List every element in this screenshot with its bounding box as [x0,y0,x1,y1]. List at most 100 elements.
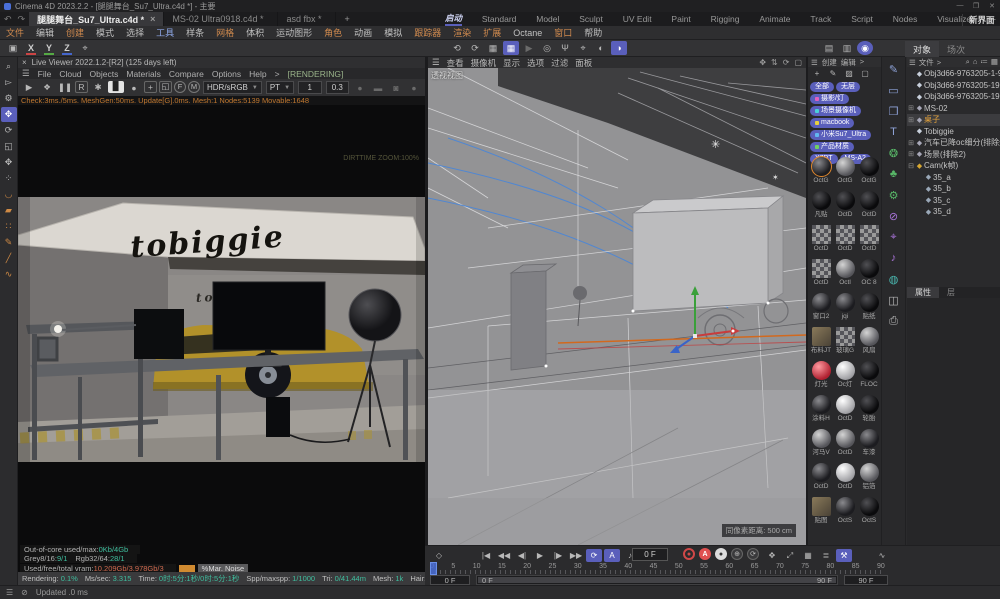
live-viewer-close-icon[interactable]: × [22,58,27,67]
create-object-icon[interactable]: ⌖ [884,227,904,247]
undo-icon[interactable]: ↶ [4,14,12,25]
timeline-ruler[interactable]: 051015202530354045505560657075808590 [430,563,885,575]
live-viewer-menu-item[interactable]: Cloud [59,69,81,79]
menu-item[interactable]: 选择 [120,26,150,39]
tool-icon[interactable]: ╱ [1,251,17,266]
toolbar-icon[interactable]: ⌖ [575,41,591,55]
octane-tool-icon[interactable]: R [75,81,88,93]
layout-tab[interactable]: 启动 [445,12,462,26]
create-object-icon[interactable]: ⚙ [884,185,904,205]
octane-tool-icon[interactable]: ▶ [21,81,37,95]
material-swatch[interactable]: OctD [833,394,857,428]
tool-icon[interactable]: ◱ [1,139,17,154]
material-swatch[interactable]: OC 8 [857,258,881,292]
record-button[interactable]: ● [683,548,695,560]
octane-tool-icon[interactable]: ❚❚ [57,81,73,95]
tool-icon[interactable]: ⟳ [1,123,17,138]
viewport-menu-item[interactable]: 查看 [447,57,464,69]
octane-extra-icon[interactable]: ◙ [388,81,404,95]
layout-tab[interactable]: Animate [759,14,790,24]
toolbar-icon[interactable]: ▶ [521,41,537,55]
current-frame-field[interactable]: 0 F [632,548,668,561]
menu-item[interactable]: Octane [507,28,548,38]
toolbar-icon[interactable]: ⟳ [467,41,483,55]
layer-tool-icon[interactable]: ✎ [827,68,839,79]
layer-tool-icon[interactable]: + [811,68,823,79]
octane-tool-icon[interactable]: ❖ [39,81,55,95]
layer-tool-icon[interactable]: ▨ [843,68,855,79]
transport-button[interactable]: |◀ [478,549,494,562]
material-swatch[interactable]: OctG [833,156,857,190]
object-tree-row[interactable]: ◆ 35_b [907,183,1000,195]
record-button[interactable]: ⊕ [731,548,743,560]
object-tree-row[interactable]: ⊞ ◆ 汽车已降oc细分(排除外) [907,137,1000,149]
material-swatch[interactable]: Oc灯 [833,360,857,394]
material-swatch[interactable]: 贴图 [809,496,833,530]
object-tree-row[interactable]: ⊞ ◆ MS-02 [907,103,1000,115]
layer-pill[interactable]: 全部 [810,82,834,92]
manager-tab[interactable]: 场次 [939,41,973,57]
hamburger-icon[interactable]: ☰ [909,58,916,67]
layer-tool-icon[interactable]: ▢ [859,68,871,79]
menu-item[interactable]: 运动图形 [270,26,318,39]
material-swatch[interactable]: FLOC [857,360,881,394]
menu-item[interactable]: 网格 [210,26,240,39]
layer-pill[interactable]: 场景摄像机 [810,106,861,116]
tool-icon[interactable]: ✎ [1,235,17,250]
viewport-menu-item[interactable]: 过滤 [551,57,568,69]
document-tab[interactable]: MS-02 Ultra0918.c4d * [164,12,278,26]
create-object-icon[interactable]: ⎙ [884,311,904,331]
fcurve-icon[interactable]: ∿ [874,549,890,562]
material-swatch[interactable]: OctD [809,258,833,292]
material-swatch[interactable]: 贴纸 [857,292,881,326]
attribute-tab[interactable]: 属性 [907,287,939,298]
toolbar-icon[interactable]: ◑ [611,41,627,55]
manager-tab[interactable]: 对象 [905,41,939,57]
object-tree-row[interactable]: ◆ Obj3d66-9763205-195-908 [907,80,1000,92]
menu-item[interactable]: 窗口 [548,26,578,39]
material-swatch[interactable]: 风扇 [857,326,881,360]
new-ui-button[interactable]: 新界面 [962,14,995,26]
timeline-toggle[interactable]: ⟳ [586,549,602,562]
octane-extra-icon[interactable]: ● [352,81,368,95]
material-swatch[interactable]: OctD [857,224,881,258]
material-swatch[interactable]: 凡贴 [809,190,833,224]
document-tab[interactable]: asd fbx * [278,12,336,26]
menu-item[interactable]: 角色 [318,26,348,39]
keyframe-filter-icon[interactable]: ≣ [818,549,834,562]
toolbar-icon[interactable]: Y [41,41,57,55]
material-swatch[interactable]: OctD [857,190,881,224]
material-swatch[interactable]: 布料JT [809,326,833,360]
minimize-button[interactable]: — [952,2,968,10]
material-swatch[interactable]: OctS [857,496,881,530]
live-viewer-menu-item[interactable]: Compare [169,69,204,79]
menu-item[interactable]: 样条 [180,26,210,39]
transport-button[interactable]: ▶ [532,549,548,562]
viewport-nav-icon[interactable]: ⟳ [783,58,790,67]
object-tree-row[interactable]: ◆ Obj3d66-9763205-197-478 [907,91,1000,103]
object-tree-row[interactable]: ⊞ ◆ 场景(排除2) [907,149,1000,161]
material-swatch[interactable]: OctD [809,224,833,258]
keyframe-filter-icon[interactable]: ⚒ [836,549,852,562]
menu-item[interactable]: 渲染 [447,26,477,39]
material-swatch[interactable]: 轮胎 [857,394,881,428]
hamburger-icon[interactable]: ☰ [6,588,13,597]
create-object-icon[interactable]: ♣ [884,164,904,184]
menu-item[interactable]: 创建 [60,26,90,39]
object-tool-icon[interactable]: ≔ [980,57,988,67]
create-object-icon[interactable]: T [884,122,904,142]
toolbar-icon[interactable]: X [23,41,39,55]
viewport-nav-icon[interactable]: ▢ [794,58,802,67]
add-tab-button[interactable]: + [336,12,357,26]
create-object-icon[interactable]: ◍ [884,269,904,289]
tool-icon[interactable]: ▻ [1,75,17,90]
menu-item[interactable]: 模式 [90,26,120,39]
tool-icon[interactable]: ⁘ [1,171,17,186]
layer-pill[interactable]: 摄影/灯 [810,94,849,104]
layout-tab[interactable]: Sculpt [579,14,603,24]
tool-icon[interactable]: ∷ [1,219,17,234]
preview-range-track[interactable]: 0 F 90 F [476,575,838,585]
toolbar-icon[interactable]: ⟲ [449,41,465,55]
create-object-icon[interactable]: ▭ [884,80,904,100]
expander-icon[interactable]: ⊞ [907,104,915,112]
